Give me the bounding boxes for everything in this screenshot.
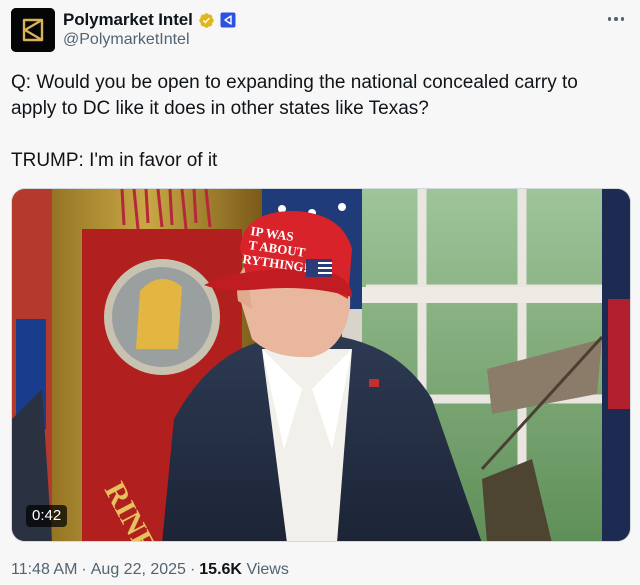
video-thumbnail: RINE IP WAS T ABOUT RYTHING!: [12, 189, 630, 541]
avatar[interactable]: [11, 8, 55, 52]
affiliate-badge-icon[interactable]: [220, 12, 236, 28]
video-player[interactable]: RINE IP WAS T ABOUT RYTHING! 0:42: [11, 188, 631, 542]
polymarket-logo-icon: [11, 8, 55, 52]
tweet-text: Q: Would you be open to expanding the na…: [11, 72, 578, 171]
tweet-header: Polymarket Intel @PolymarketIntel: [11, 8, 629, 54]
author-display-name[interactable]: Polymarket Intel: [63, 10, 193, 30]
views-label: Views: [246, 561, 289, 578]
author-handle[interactable]: @PolymarketIntel: [63, 31, 190, 49]
video-duration-badge: 0:42: [26, 505, 68, 527]
tweet-metadata: 11:48 AM · Aug 22, 2025 · 15.6K Views: [11, 561, 289, 579]
tweet-time[interactable]: 11:48 AM: [11, 561, 77, 578]
separator-dot: ·: [81, 561, 87, 578]
more-options-icon[interactable]: [603, 10, 629, 28]
separator-dot: ·: [189, 561, 196, 578]
views-count: 15.6K: [199, 561, 242, 578]
tweet-date[interactable]: Aug 22, 2025: [91, 561, 186, 578]
verified-badge-icon[interactable]: [198, 12, 215, 29]
